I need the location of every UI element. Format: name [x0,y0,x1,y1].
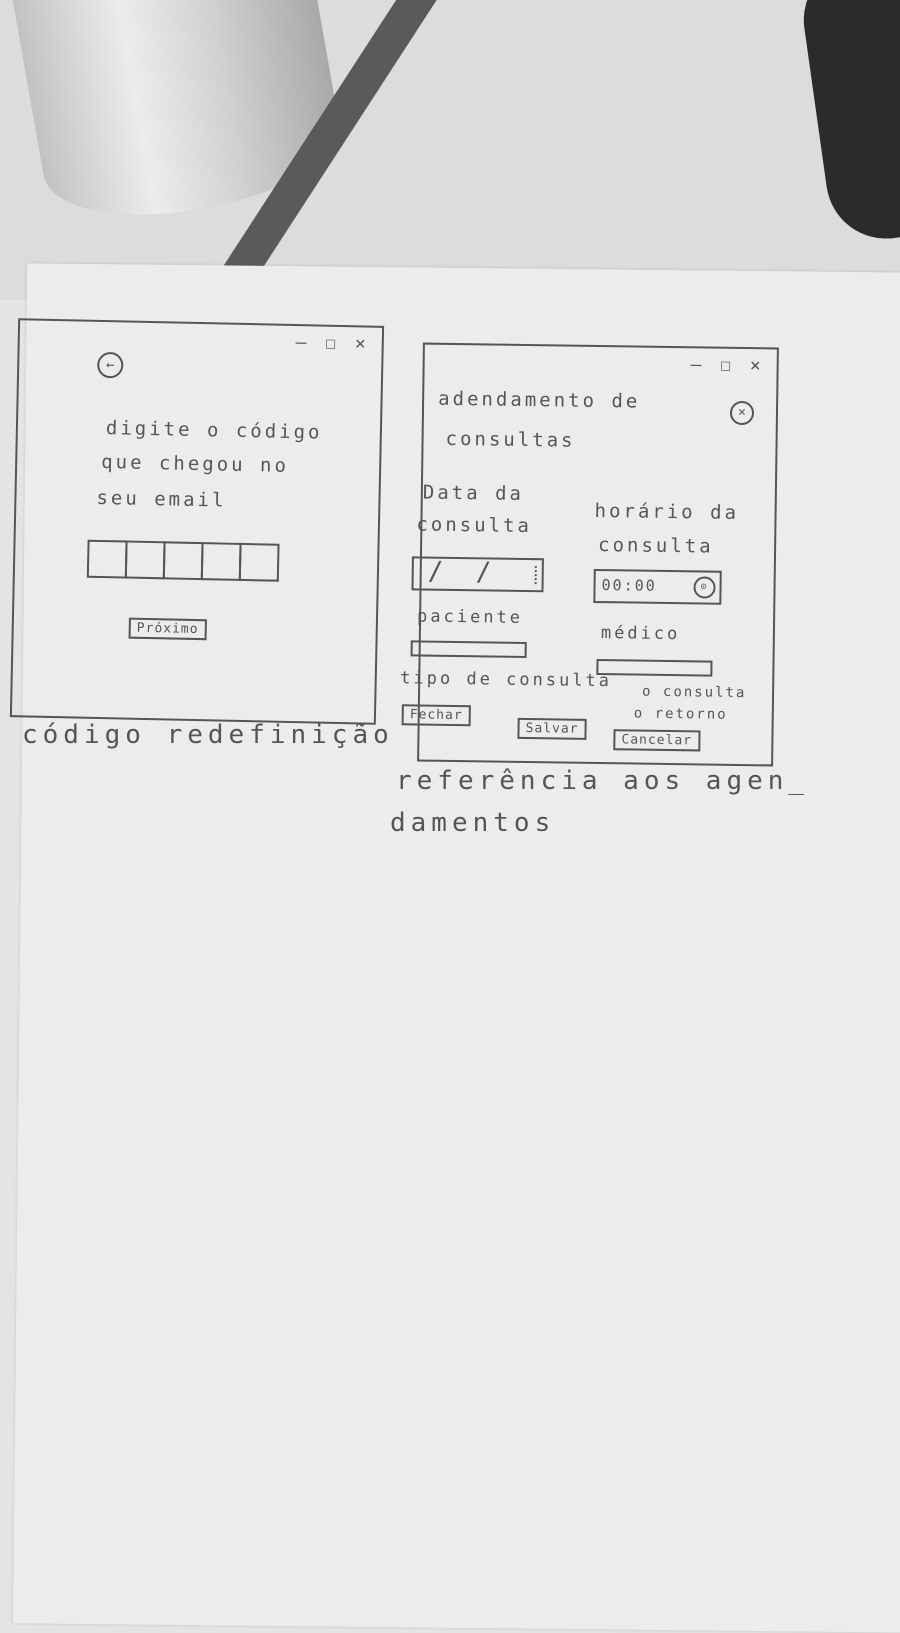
date-field[interactable]: / / [411,556,544,593]
type-option-retorno[interactable]: o retorno [634,700,728,729]
instruction-line-3: seu email [96,486,227,512]
code-input[interactable] [86,539,280,582]
close-icon[interactable]: × [729,400,755,426]
clock-icon[interactable]: ⊙ [693,576,716,599]
time-field[interactable]: 00:00 ⊙ [593,568,722,605]
doctor-field[interactable] [596,658,713,677]
instruction-line-2: que chegou no [100,450,290,477]
appointment-caption-line-1: referência aos agen_ [396,766,810,796]
window-controls: — ☐ × [295,332,370,355]
date-label-line-1: Data da [422,481,525,505]
time-label-line-1: horário da [594,499,740,524]
code-digit-box[interactable] [238,542,280,582]
patient-field[interactable] [410,640,527,659]
date-label-line-2: consulta [416,513,533,538]
appointment-caption-line-2: damentos [390,808,556,838]
doctor-label: médico [600,623,681,645]
consultation-type-label: tipo de consulta [400,668,613,692]
code-window-sketch: — ☐ × ← digite o código que chegou no se… [9,318,385,725]
code-digit-box[interactable] [162,541,204,581]
code-digit-box[interactable] [200,542,242,581]
instruction-line-1: digite o código [105,417,323,444]
code-digit-box[interactable] [124,540,166,580]
calendar-icon[interactable] [534,566,538,585]
window-title-line-2: consultas [445,427,576,452]
close-button[interactable]: Fechar [401,704,471,727]
appointment-window-sketch: — ☐ × adendamento de × consultas Data da… [400,342,779,767]
code-digit-box[interactable] [86,539,128,579]
patient-label: paciente [416,606,524,628]
time-label-line-2: consulta [597,534,714,558]
code-window-caption: código redefinição [22,720,394,750]
save-button[interactable]: Salvar [517,717,587,740]
window-controls: — ☐ × [690,354,765,377]
window-title-line-1: adendamento de [438,387,641,413]
back-arrow-icon[interactable]: ← [96,351,124,379]
cancel-button[interactable]: Cancelar [613,729,701,752]
next-button[interactable]: Próximo [128,617,207,641]
time-value: 00:00 [601,576,657,595]
